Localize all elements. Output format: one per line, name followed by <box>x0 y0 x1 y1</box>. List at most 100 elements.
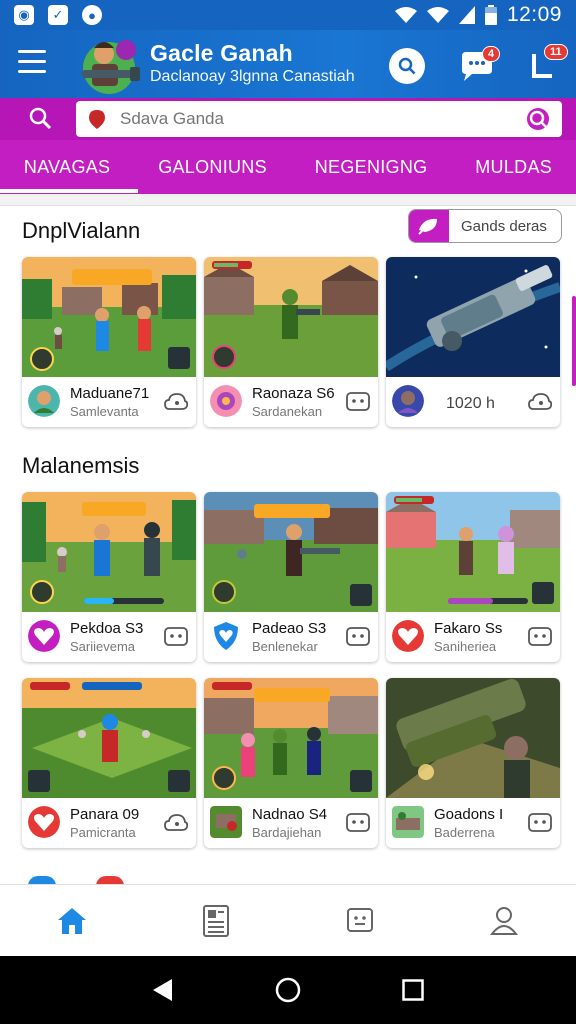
system-navigation-bar <box>0 956 576 1024</box>
status-bar: ◉ ✓ ● 12:09 <box>0 0 576 30</box>
recents-square-icon <box>402 979 425 1001</box>
chat-icon[interactable] <box>164 626 188 648</box>
signal-icon <box>458 6 475 24</box>
card-footer: Raonaza S6 Sardanekan <box>204 377 378 427</box>
filter-label: Gands deras <box>461 217 547 235</box>
location-pin-icon <box>89 110 105 129</box>
game-thumbnail <box>22 492 196 612</box>
recents-button[interactable] <box>398 975 428 1005</box>
game-card[interactable]: 1020 h <box>386 257 560 427</box>
wifi-icon <box>394 7 417 23</box>
card-footer: 1020 h <box>386 377 560 427</box>
player-avatar <box>28 385 60 417</box>
notifications-button[interactable]: 11 <box>528 44 568 84</box>
game-card[interactable]: Panara 09 Pamicranta <box>22 678 196 848</box>
chat-icon[interactable] <box>346 812 370 834</box>
card-footer: Pekdoa S3 Sariievema <box>22 612 196 662</box>
status-time: 12:09 <box>506 3 562 26</box>
cloud-icon[interactable] <box>164 812 188 834</box>
game-thumbnail <box>386 492 560 612</box>
category-tabs: NAVAGAS GALONIUNS NEGENIGNG MULDAS <box>0 140 576 194</box>
game-thumbnail <box>22 678 196 798</box>
app-screen: ◉ ✓ ● 12:09 Gacle Ganah Daclanoay 3lgnna… <box>0 0 576 1024</box>
card-footer: Maduane71 Samlevanta <box>22 377 196 427</box>
card-subtitle: Benlenekar <box>252 639 318 654</box>
chat-icon[interactable] <box>528 812 552 834</box>
card-title: Nadnao S4 <box>252 806 328 823</box>
bottom-navigation <box>0 884 576 956</box>
card-title: Padeao S3 <box>252 620 327 637</box>
game-card[interactable]: Padeao S3 Benlenekar <box>204 492 378 662</box>
cloud-icon[interactable] <box>164 391 188 413</box>
nav-news[interactable] <box>199 904 233 938</box>
section-title-first: DnplVialann <box>22 218 141 243</box>
player-avatar <box>392 385 424 417</box>
game-card[interactable]: Pekdoa S3 Sariievema <box>22 492 196 662</box>
filter-button[interactable]: Gands deras <box>408 209 562 243</box>
card-footer: Goadons I Baderrena <box>386 798 560 848</box>
card-title: Fakaro Ss <box>434 620 503 637</box>
home-icon <box>58 907 86 934</box>
tab-negenigng[interactable]: NEGENIGNG <box>309 153 434 182</box>
profile-icon <box>490 906 518 935</box>
game-card[interactable]: Fakaro Ss Saniheriea <box>386 492 560 662</box>
tab-galoniuns[interactable]: GALONIUNS <box>152 153 273 182</box>
nav-profile[interactable] <box>487 904 521 938</box>
game-icon <box>392 806 424 838</box>
search-icon[interactable] <box>28 106 54 132</box>
wifi-alt-icon <box>426 7 449 23</box>
card-subtitle: Saniheriea <box>434 639 497 654</box>
card-subtitle: Sariievema <box>70 639 136 654</box>
cloud-icon[interactable] <box>528 391 552 413</box>
search-row <box>0 98 576 140</box>
message-icon <box>347 907 373 932</box>
chat-icon[interactable] <box>346 626 370 648</box>
search-input[interactable] <box>120 109 500 129</box>
hamburger-menu-icon[interactable] <box>18 50 46 74</box>
header-search-button[interactable] <box>389 48 425 84</box>
game-icon <box>210 806 242 838</box>
game-thumbnail <box>386 257 560 377</box>
heart-icon <box>28 620 60 652</box>
nav-messages[interactable] <box>343 904 377 938</box>
card-title: 1020 h <box>446 395 495 412</box>
card-subtitle: Pamicranta <box>70 825 136 840</box>
game-thumbnail <box>386 678 560 798</box>
home-button[interactable] <box>273 975 303 1005</box>
chat-badge: 4 <box>482 46 501 62</box>
card-title: Maduane71 <box>70 385 150 402</box>
card-subtitle: Samlevanta <box>70 404 139 419</box>
scroll-indicator[interactable] <box>572 296 576 386</box>
card-subtitle: Sardanekan <box>252 404 323 419</box>
chat-icon[interactable] <box>346 391 370 413</box>
nav-home[interactable] <box>55 904 89 938</box>
card-footer: Fakaro Ss Saniheriea <box>386 612 560 662</box>
chat-button[interactable]: 4 <box>458 46 501 84</box>
card-footer: Panara 09 Pamicranta <box>22 798 196 848</box>
chat-icon[interactable] <box>528 626 552 648</box>
game-thumbnail <box>22 257 196 377</box>
newspaper-icon <box>203 904 229 937</box>
tab-muldas[interactable]: MULDAS <box>469 153 558 182</box>
game-card[interactable]: Nadnao S4 Bardajiehan <box>204 678 378 848</box>
section-title-second: Malanemsis <box>22 453 140 478</box>
tab-separator <box>0 194 576 206</box>
search-icon <box>398 57 416 75</box>
player-avatar <box>210 385 242 417</box>
heart-icon <box>392 620 424 652</box>
card-title: Panara 09 <box>70 806 140 823</box>
game-card[interactable]: Goadons I Baderrena <box>386 678 560 848</box>
game-card[interactable]: Raonaza S6 Sardanekan <box>204 257 378 427</box>
game-thumbnail <box>204 678 378 798</box>
tab-navagas[interactable]: NAVAGAS <box>18 153 116 182</box>
game-card[interactable]: Maduane71 Samlevanta <box>22 257 196 427</box>
card-title: Pekdoa S3 <box>70 620 144 637</box>
back-button[interactable] <box>148 975 178 1005</box>
home-circle-icon <box>275 977 301 1003</box>
card-subtitle: Bardajiehan <box>252 825 322 840</box>
search-box[interactable] <box>76 101 562 137</box>
filter-leaf-icon <box>409 210 449 242</box>
notification-badge: 11 <box>544 44 568 60</box>
scan-icon[interactable] <box>524 106 552 132</box>
battery-icon <box>484 5 497 25</box>
